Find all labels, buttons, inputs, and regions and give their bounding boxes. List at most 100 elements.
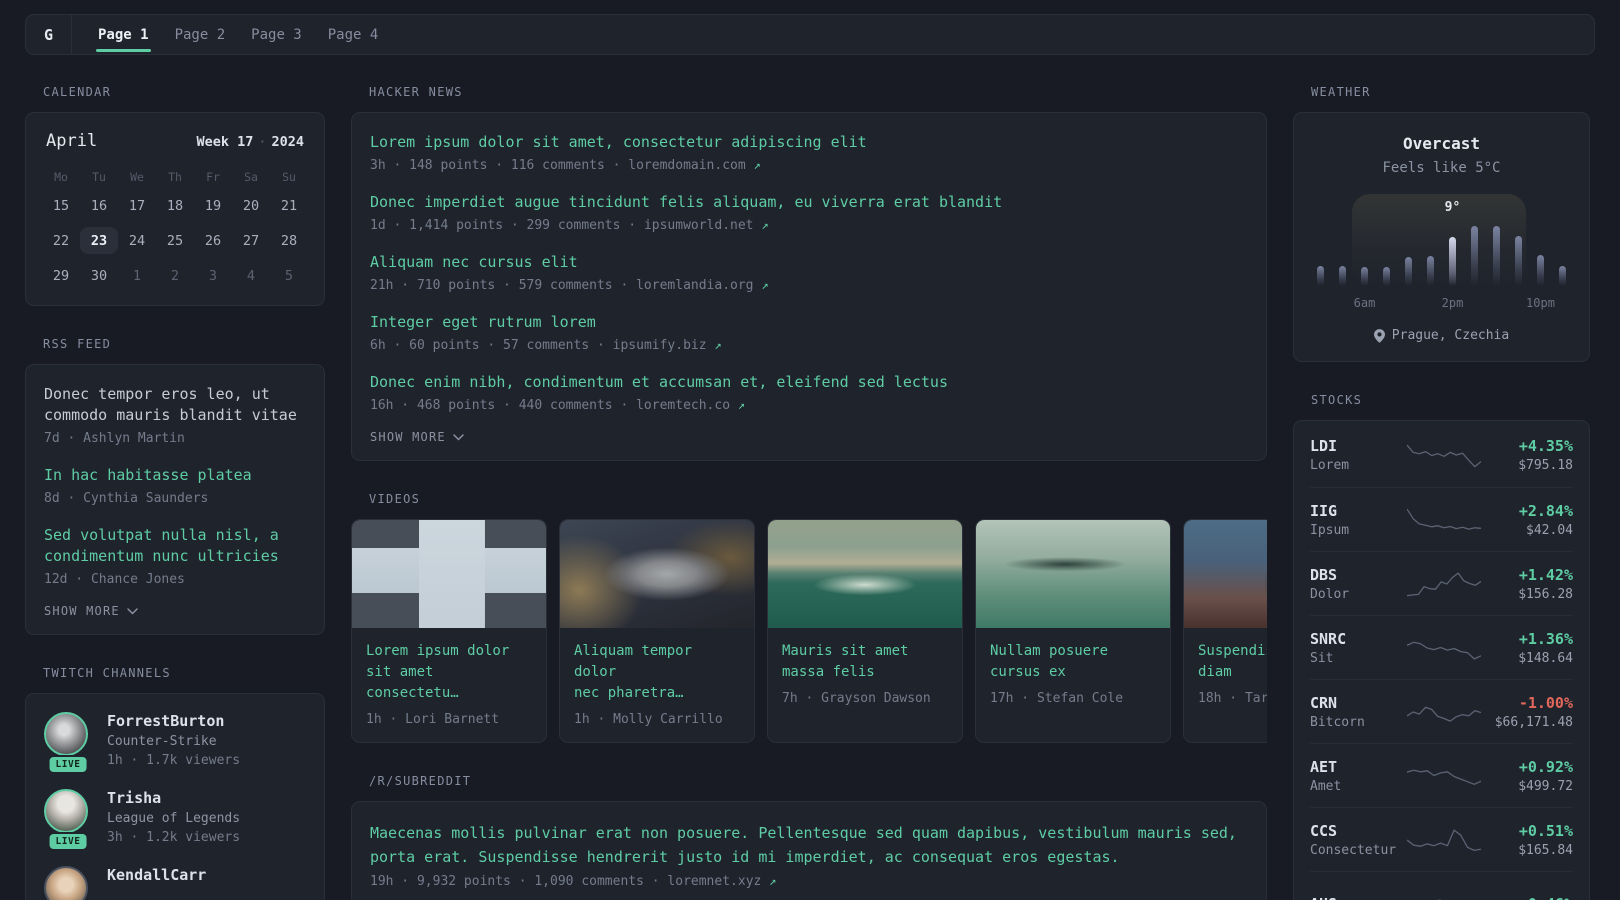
stock-price: $165.84	[1518, 842, 1573, 858]
show-more-button[interactable]: SHOW MORE	[44, 604, 306, 618]
calendar-day: 1	[132, 267, 142, 284]
tab-page-4[interactable]: Page 4	[328, 15, 379, 54]
stock-symbol: CCS	[1310, 821, 1338, 840]
video-card[interactable]: Mauris sit amet massa felis 7h · Grayson …	[767, 519, 963, 743]
app-logo[interactable]: G	[26, 15, 72, 54]
stock-values: +4.35% $795.18	[1481, 437, 1573, 473]
video-title[interactable]: Suspendisse diam	[1198, 641, 1267, 683]
weekday-label: Th	[168, 170, 182, 184]
item-domain-link[interactable]: ipsumify.biz	[613, 338, 707, 353]
video-thumbnail	[1184, 520, 1267, 628]
item-domain-link[interactable]: ipsumworld.net	[644, 218, 754, 233]
stock-values: +0.46%	[1481, 895, 1573, 900]
tab-page-3[interactable]: Page 3	[251, 15, 302, 54]
video-thumbnail	[768, 520, 962, 628]
rss-item-title[interactable]: Donec tempor eros leo, ut commodo mauris…	[44, 384, 306, 426]
stock-row[interactable]: SNRC Sit +1.36% $148.64	[1310, 615, 1573, 679]
stock-id: SNRC Sit	[1310, 630, 1406, 666]
show-more-label: SHOW MORE	[44, 604, 120, 618]
hackernews-item-title[interactable]: Donec imperdiet augue tincidunt felis al…	[370, 192, 1248, 213]
video-title[interactable]: Lorem ipsum dolor sit amet consectetu…	[366, 641, 532, 704]
middle-column: HACKER NEWS Lorem ipsum dolor sit amet, …	[351, 85, 1267, 900]
stock-values: -1.00% $66,171.48	[1481, 694, 1573, 730]
item-domain-link[interactable]: loremtech.co	[636, 398, 730, 413]
rss-item-meta: 8d · Cynthia Saunders	[44, 491, 209, 506]
hackernews-item-title[interactable]: Donec enim nibh, condimentum et accumsan…	[370, 372, 1248, 393]
show-more-label: SHOW MORE	[370, 430, 446, 444]
video-card[interactable]: Nullam posuere cursus ex 17h · Stefan Col…	[975, 519, 1171, 743]
stock-change: +1.36%	[1518, 629, 1573, 648]
rss-card: Donec tempor eros leo, ut commodo mauris…	[25, 364, 325, 635]
stock-sparkline	[1406, 760, 1481, 792]
weekday-label: Fr	[206, 170, 220, 184]
tab-page-1[interactable]: Page 1	[96, 15, 151, 54]
hackernews-item-meta: 16h · 468 points · 440 comments · loremt…	[370, 398, 746, 413]
stock-row[interactable]: LDI Lorem +4.35% $795.18	[1310, 423, 1573, 487]
subreddit-post-title[interactable]: Maecenas mollis pulvinar erat non posuer…	[370, 821, 1248, 869]
video-meta: 1h · Molly Carrillo	[574, 712, 723, 727]
video-card[interactable]: Lorem ipsum dolor sit amet consectetu… 1h…	[351, 519, 547, 743]
stock-sparkline	[1406, 504, 1481, 536]
video-card[interactable]: Suspendisse diam 18h · Tara	[1183, 519, 1267, 743]
weather-location-row: Prague, Czechia	[1294, 328, 1589, 343]
live-badge: LIVE	[47, 755, 89, 774]
item-domain-link[interactable]: loremdomain.com	[628, 158, 745, 173]
calendar-day-grid: 15 16 17 18 19 20 21 22 23 24 25 26 27 28 29 30 1 2 3 4 5	[42, 192, 308, 289]
videos-row: Lorem ipsum dolor sit amet consectetu… 1h…	[351, 519, 1267, 743]
stock-row[interactable]: IIG Ipsum +2.84% $42.04	[1310, 487, 1573, 551]
calendar-day: 4	[246, 267, 256, 284]
videos-widget: VIDEOS Lorem ipsum dolor sit amet consec…	[351, 492, 1267, 743]
weather-bar	[1427, 256, 1434, 286]
rss-item-title[interactable]: Sed volutpat nulla nisl, a condimentum n…	[44, 525, 306, 567]
stock-symbol: CRN	[1310, 693, 1338, 712]
video-card[interactable]: Aliquam tempor dolor nec pharetra… 1h · M…	[559, 519, 755, 743]
stock-row[interactable]: AHS +0.46%	[1310, 871, 1573, 900]
calendar-year: 2024	[271, 134, 304, 150]
hackernews-item: Lorem ipsum dolor sit amet, consectetur …	[370, 132, 1248, 173]
stock-price: $148.64	[1518, 650, 1573, 666]
video-title[interactable]: Aliquam tempor dolor nec pharetra…	[574, 641, 740, 704]
hackernews-item-title[interactable]: Lorem ipsum dolor sit amet, consectetur …	[370, 132, 1248, 153]
video-title[interactable]: Nullam posuere cursus ex	[990, 641, 1156, 683]
weather-feels-like: Feels like 5°C	[1382, 160, 1501, 176]
twitch-channel[interactable]: LIVE ForrestBurton Counter-Strike 1h · 1.7k…	[44, 712, 306, 774]
videos-section-title: VIDEOS	[369, 492, 421, 506]
stock-id: CRN Bitcorn	[1310, 694, 1406, 730]
item-domain-link[interactable]: loremnet.xyz	[667, 874, 761, 889]
rss-item-title[interactable]: In hac habitasse platea	[44, 465, 306, 486]
video-title[interactable]: Mauris sit amet massa felis	[782, 641, 948, 683]
weather-bar	[1383, 267, 1390, 286]
calendar-day: 2	[170, 267, 180, 284]
stock-row[interactable]: CRN Bitcorn -1.00% $66,171.48	[1310, 679, 1573, 743]
twitch-channel-meta: 3h · 1.2k viewers	[107, 830, 241, 845]
stock-row[interactable]: DBS Dolor +1.42% $156.28	[1310, 551, 1573, 615]
twitch-channel-name: KendallCarr	[107, 866, 207, 884]
weather-bar-chart: 9°	[1317, 194, 1566, 286]
stock-symbol: IIG	[1310, 501, 1338, 520]
twitch-channel[interactable]: KendallCarr	[44, 866, 306, 900]
weather-bar	[1317, 266, 1324, 286]
twitch-channel[interactable]: LIVE Trisha League of Legends 3h · 1.2k vie…	[44, 789, 306, 851]
item-domain-link[interactable]: loremlandia.org	[636, 278, 753, 293]
stock-price: $42.04	[1526, 522, 1573, 538]
hackernews-item: Donec enim nibh, condimentum et accumsan…	[370, 372, 1248, 413]
calendar-day: 26	[204, 232, 222, 249]
weather-section-title: WEATHER	[1311, 85, 1371, 99]
twitch-channel-info: KendallCarr	[107, 866, 206, 900]
tab-page-2[interactable]: Page 2	[175, 15, 226, 54]
rss-item-meta: 7d · Ashlyn Martin	[44, 431, 185, 446]
twitch-card: LIVE ForrestBurton Counter-Strike 1h · 1.7k…	[25, 693, 325, 900]
hackernews-item-meta: 1d · 1,414 points · 299 comments · ipsum…	[370, 218, 769, 233]
hackernews-item-title[interactable]: Integer eget rutrum lorem	[370, 312, 1248, 333]
twitch-avatar-wrap: LIVE	[44, 712, 92, 774]
hackernews-item: Donec imperdiet augue tincidunt felis al…	[370, 192, 1248, 233]
external-link-icon: ↗	[753, 158, 761, 172]
stock-row[interactable]: CCS Consectetur +0.51% $165.84	[1310, 807, 1573, 871]
show-more-button[interactable]: SHOW MORE	[370, 430, 1248, 444]
calendar-day: 28	[280, 232, 298, 249]
current-temp-label: 9°	[1444, 200, 1461, 215]
subreddit-card: Maecenas mollis pulvinar erat non posuer…	[351, 801, 1267, 900]
hackernews-item-title[interactable]: Aliquam nec cursus elit	[370, 252, 1248, 273]
stock-row[interactable]: AET Amet +0.92% $499.72	[1310, 743, 1573, 807]
weather-card: Overcast Feels like 5°C 9° 6am 2pm 10pm Pr…	[1293, 112, 1590, 362]
